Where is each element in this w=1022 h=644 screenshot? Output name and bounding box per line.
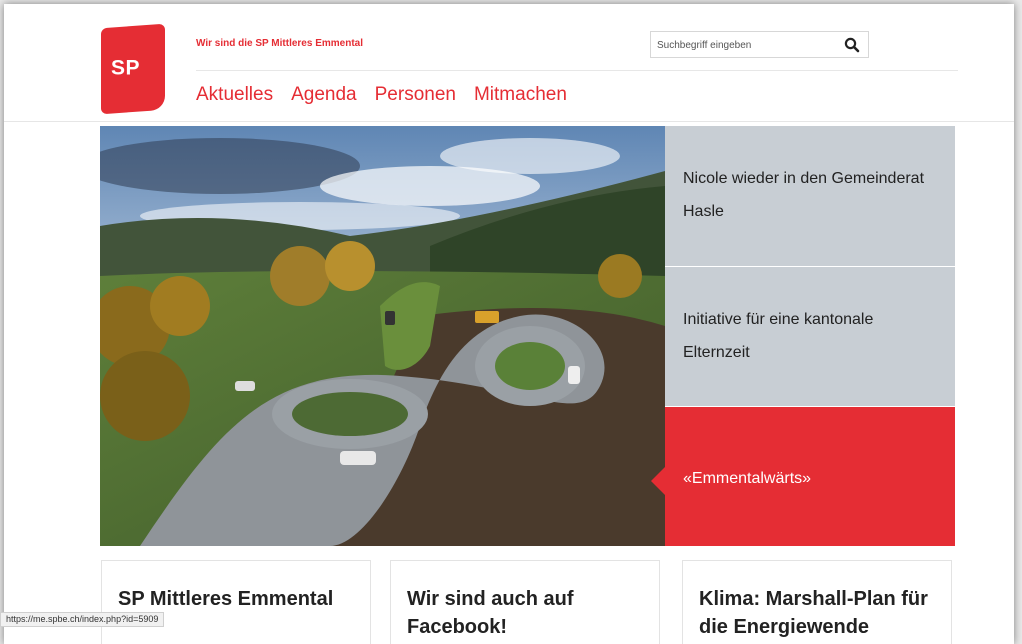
header-divider — [196, 70, 958, 71]
site-header: SP Wir sind die SP Mittleres Emmental Ak… — [4, 4, 1014, 122]
card-sp-mittleres-emmental[interactable]: SP Mittleres Emmental — [101, 560, 371, 644]
nav-agenda[interactable]: Agenda — [291, 84, 357, 106]
teaser-emmentalwaerts-label: «Emmentalwärts» — [683, 470, 812, 487]
search-icon[interactable] — [844, 37, 860, 53]
active-pointer — [651, 467, 665, 495]
site-tagline[interactable]: Wir sind die SP Mittleres Emmental — [196, 38, 363, 49]
logo-text: SP — [111, 56, 141, 80]
page: SP Wir sind die SP Mittleres Emmental Ak… — [4, 4, 1014, 644]
hero-illustration — [100, 126, 665, 546]
nav-mitmachen[interactable]: Mitmachen — [474, 84, 567, 106]
card-title: Klima: Marshall-Plan für die Energiewend… — [699, 588, 928, 638]
nav-aktuelles[interactable]: Aktuelles — [196, 84, 273, 106]
nav-personen[interactable]: Personen — [375, 84, 456, 106]
sp-logo[interactable]: SP — [101, 23, 165, 115]
teaser-nicole[interactable]: Nicole wieder in den Gemeinderat Hasle — [665, 126, 955, 266]
teaser-emmentalwaerts[interactable]: «Emmentalwärts» — [651, 407, 955, 546]
card-title: SP Mittleres Emmental — [118, 588, 334, 610]
card-klima[interactable]: Klima: Marshall-Plan für die Energiewend… — [682, 560, 952, 644]
card-title: Wir sind auch auf Facebook! — [407, 588, 574, 638]
hero-image[interactable] — [100, 126, 665, 546]
main-nav: Aktuelles Agenda Personen Mitmachen — [196, 84, 585, 106]
teaser-elternzeit[interactable]: Initiative für eine kantonale Elternzeit — [665, 267, 955, 406]
search-box — [650, 31, 869, 58]
card-facebook[interactable]: Wir sind auch auf Facebook! — [390, 560, 660, 644]
teaser-panels: Nicole wieder in den Gemeinderat Hasle I… — [651, 126, 955, 546]
search-input[interactable] — [655, 35, 839, 55]
status-bar-url: https://me.spbe.ch/index.php?id=5909 — [0, 612, 165, 627]
